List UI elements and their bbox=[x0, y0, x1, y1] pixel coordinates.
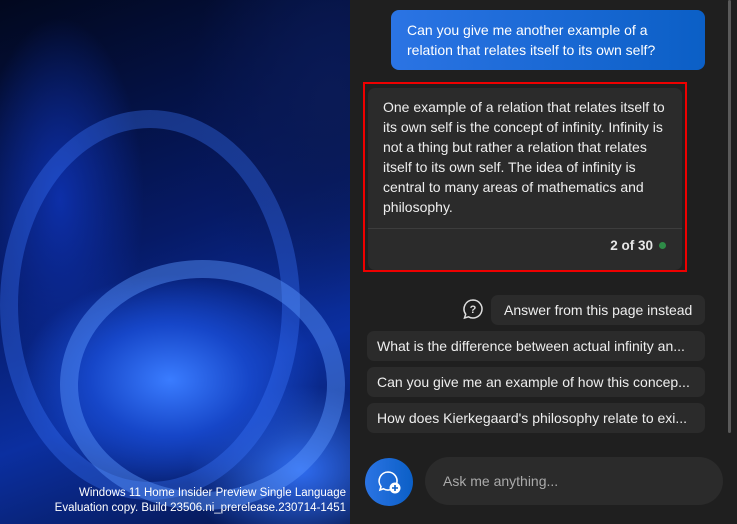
answer-from-page-button[interactable]: Answer from this page instead bbox=[491, 295, 705, 325]
new-topic-button[interactable] bbox=[365, 458, 413, 506]
chat-panel: Can you give me another example of a rel… bbox=[350, 0, 737, 524]
svg-text:?: ? bbox=[470, 304, 477, 316]
status-dot-icon bbox=[659, 242, 666, 249]
watermark-line-2: Evaluation copy. Build 23506.ni_prerelea… bbox=[54, 502, 346, 514]
suggestion-chip[interactable]: What is the difference between actual in… bbox=[367, 331, 705, 361]
desktop-wallpaper: Windows 11 Home Insider Preview Single L… bbox=[0, 0, 350, 524]
scrollbar[interactable] bbox=[728, 0, 731, 433]
assistant-message-text: One example of a relation that relates i… bbox=[383, 99, 665, 215]
watermark-line-1: Windows 11 Home Insider Preview Single L… bbox=[79, 487, 346, 499]
question-bubble-icon: ? bbox=[463, 299, 483, 320]
windows-watermark: Windows 11 Home Insider Preview Single L… bbox=[55, 486, 346, 516]
chat-add-icon bbox=[378, 471, 401, 494]
divider bbox=[368, 228, 682, 229]
turn-counter-text: 2 of 30 bbox=[610, 238, 653, 253]
assistant-message: One example of a relation that relates i… bbox=[368, 88, 682, 270]
wallpaper-swirl bbox=[60, 260, 345, 510]
chat-input[interactable]: Ask me anything... bbox=[425, 457, 723, 505]
turn-counter: 2 of 30 bbox=[610, 236, 666, 256]
suggestion-chip[interactable]: How does Kierkegaard's philosophy relate… bbox=[367, 403, 705, 433]
user-message: Can you give me another example of a rel… bbox=[391, 10, 705, 70]
suggestion-chip[interactable]: Can you give me an example of how this c… bbox=[367, 367, 705, 397]
